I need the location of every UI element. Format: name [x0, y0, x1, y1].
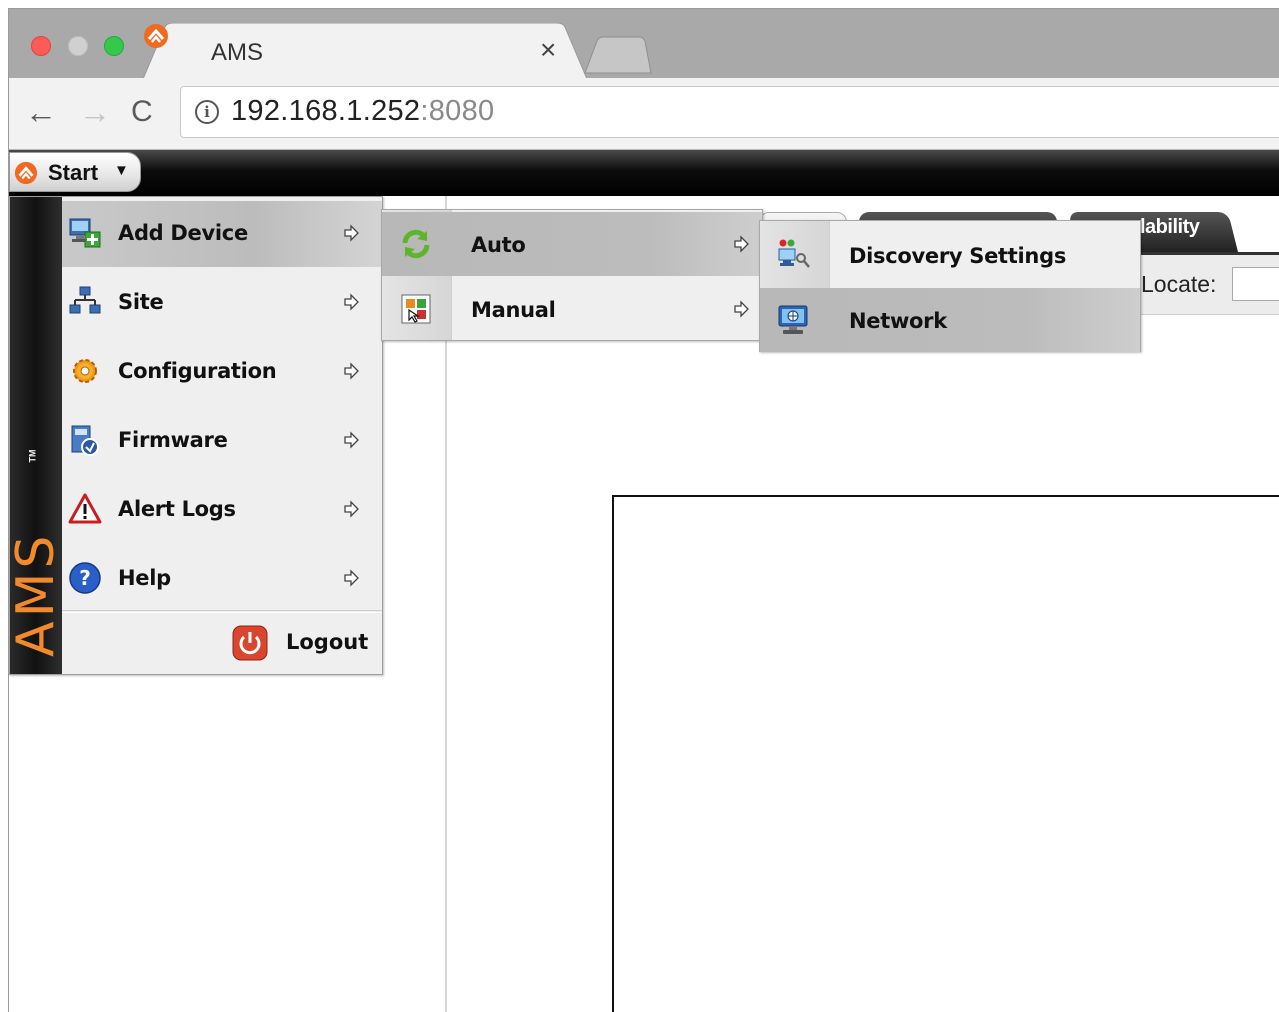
browser-tab-title: AMS [211, 39, 264, 66]
add-device-icon [69, 218, 101, 248]
background-tab-label: lability [1140, 216, 1200, 238]
discovery-settings-icon [778, 239, 810, 268]
submenu-item-label: Network [849, 309, 947, 333]
submenu-arrow-icon [344, 431, 359, 449]
network-icon [778, 305, 808, 334]
menu-item-add-device[interactable]: Add Device [62, 201, 382, 267]
submenu-arrow-icon [734, 235, 749, 253]
url-text: 192.168.1.252:8080 [231, 95, 495, 127]
minimize-window-button[interactable] [68, 36, 88, 56]
submenu-arrow-icon [344, 224, 359, 242]
address-bar[interactable]: i 192.168.1.252:8080 [180, 86, 1279, 138]
menu-item-label: Firmware [118, 428, 228, 452]
start-button[interactable]: Start ▼ [9, 152, 141, 192]
logout-button[interactable]: Logout [62, 613, 382, 675]
locate-input[interactable] [1232, 267, 1279, 301]
menu-item-label: Site [118, 290, 164, 314]
menu-item-alert-logs[interactable]: Alert Logs [62, 477, 382, 543]
browser-toolbar: ← → C i 192.168.1.252:8080 [9, 78, 1279, 150]
menu-item-label: Add Device [118, 221, 248, 245]
submenu-arrow-icon [344, 500, 359, 518]
add-device-submenu: Auto Manual [381, 209, 763, 341]
new-tab-button[interactable] [583, 35, 653, 75]
browser-window: AMS × ← → C i 192.168.1.252:8080 Start ▼ [8, 8, 1279, 1012]
submenu-item-label: Auto [471, 233, 526, 257]
ams-brand-logo: AMS [8, 531, 66, 657]
ams-brand-bar: TM AMS [8, 197, 66, 674]
submenu-arrow-icon [734, 300, 749, 318]
submenu-item-label: Discovery Settings [849, 244, 1067, 268]
locate-label: Locate: [1141, 271, 1217, 297]
submenu-arrow-icon [344, 362, 359, 380]
manual-icon [401, 294, 431, 324]
power-icon [232, 625, 268, 661]
app-taskbar: Start ▼ [9, 150, 1279, 196]
close-tab-icon[interactable]: × [540, 35, 556, 65]
submenu-item-label: Manual [471, 298, 556, 322]
svg-text:?: ? [79, 566, 91, 590]
gear-icon [73, 359, 97, 383]
ams-logo-icon [144, 24, 168, 48]
submenu-item-manual[interactable]: Manual [382, 277, 762, 341]
reload-icon[interactable]: C [131, 92, 153, 132]
close-window-button[interactable] [31, 36, 51, 56]
site-network-icon [69, 286, 101, 314]
menu-item-configuration[interactable]: Configuration [62, 339, 382, 405]
submenu-item-discovery-settings[interactable]: Discovery Settings [760, 223, 1140, 287]
browser-tab-ams[interactable]: AMS × [143, 23, 587, 79]
menu-item-site[interactable]: Site [62, 270, 382, 336]
menu-item-firmware[interactable]: Firmware [62, 408, 382, 474]
content-panel [612, 495, 1279, 1012]
menu-item-help[interactable]: ? Help [62, 546, 382, 612]
submenu-arrow-icon [344, 293, 359, 311]
info-icon[interactable]: i [195, 100, 219, 124]
firmware-icon [71, 425, 99, 456]
start-label: Start [48, 160, 99, 185]
warning-icon [68, 493, 102, 524]
menu-item-label: Configuration [118, 359, 277, 383]
submenu-arrow-icon [344, 569, 359, 587]
forward-arrow-icon[interactable]: → [79, 92, 111, 132]
submenu-item-auto[interactable]: Auto [382, 212, 762, 276]
auto-submenu: Discovery Settings Network [759, 220, 1141, 352]
maximize-window-button[interactable] [104, 36, 124, 56]
back-arrow-icon[interactable]: ← [25, 92, 57, 132]
help-icon: ? [69, 562, 101, 594]
submenu-item-network[interactable]: Network [760, 288, 1140, 352]
browser-tab-bar: AMS × [9, 9, 1279, 79]
refresh-icon [402, 229, 430, 259]
ams-logo-icon [14, 161, 38, 185]
chevron-down-icon: ▼ [114, 162, 129, 179]
start-menu: TM AMS Add Device Site Configuration Fir… [9, 196, 383, 675]
menu-item-label: Alert Logs [118, 497, 236, 521]
logout-label: Logout [286, 630, 369, 654]
menu-item-label: Help [118, 566, 171, 590]
